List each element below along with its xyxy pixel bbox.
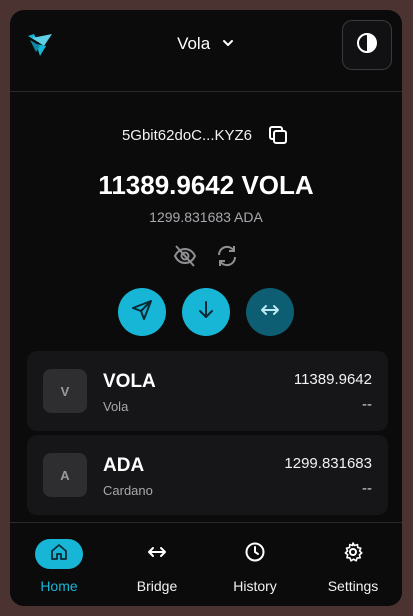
- network-label: Vola: [177, 34, 211, 53]
- home-icon: [49, 542, 69, 567]
- nav-history[interactable]: History: [206, 523, 304, 606]
- balance-tools: [10, 243, 402, 269]
- secondary-balance: 1299.831683 ADA: [149, 209, 263, 225]
- bottom-nav: Home Bridge History Settings: [10, 522, 402, 606]
- token-amount: 11389.9642: [293, 371, 372, 388]
- gear-icon: [342, 541, 364, 568]
- nav-home[interactable]: Home: [10, 523, 108, 606]
- bridge-button[interactable]: [246, 288, 294, 336]
- token-avatar: V: [43, 369, 87, 413]
- chevron-down-icon: [221, 35, 235, 55]
- token-name: Cardano: [103, 483, 153, 498]
- copy-icon[interactable]: [266, 123, 290, 147]
- nav-label: Bridge: [136, 578, 178, 594]
- bridge-arrows-icon: [259, 299, 281, 326]
- token-row-vola[interactable]: V VOLA Vola 11389.9642 --: [27, 351, 388, 431]
- refresh-icon[interactable]: [214, 243, 240, 269]
- token-symbol: ADA: [103, 455, 145, 476]
- theme-toggle-button[interactable]: [342, 20, 392, 70]
- nav-settings[interactable]: Settings: [304, 523, 402, 606]
- token-amount: 1299.831683: [284, 455, 372, 472]
- nav-label: Settings: [327, 578, 379, 594]
- clock-icon: [244, 541, 266, 568]
- action-buttons: [10, 288, 402, 336]
- wallet-address: 5Gbit62doC...KYZ6: [121, 126, 253, 144]
- nav-bridge[interactable]: Bridge: [108, 523, 206, 606]
- receive-icon: [195, 299, 217, 326]
- token-symbol: VOLA: [103, 371, 156, 392]
- token-name: Vola: [103, 399, 129, 414]
- nav-label: History: [233, 578, 277, 594]
- address-row: 5Gbit62doC...KYZ6: [10, 123, 402, 147]
- total-balance: 11389.9642 VOLA: [98, 170, 314, 200]
- token-fiat-value: --: [362, 480, 372, 497]
- token-avatar: A: [43, 453, 87, 497]
- wallet-popup: Vola 5Gbit62doC...KYZ6 11389.9642 VOLA 1…: [10, 10, 402, 606]
- token-fiat-value: --: [362, 396, 372, 413]
- send-icon: [131, 299, 153, 326]
- contrast-icon: [355, 31, 379, 60]
- receive-button[interactable]: [182, 288, 230, 336]
- eye-off-icon[interactable]: [172, 243, 198, 269]
- header: Vola: [10, 10, 402, 92]
- nav-label: Home: [40, 578, 78, 594]
- send-button[interactable]: [118, 288, 166, 336]
- bridge-icon: [146, 541, 168, 568]
- token-row-ada[interactable]: A ADA Cardano 1299.831683 --: [27, 435, 388, 515]
